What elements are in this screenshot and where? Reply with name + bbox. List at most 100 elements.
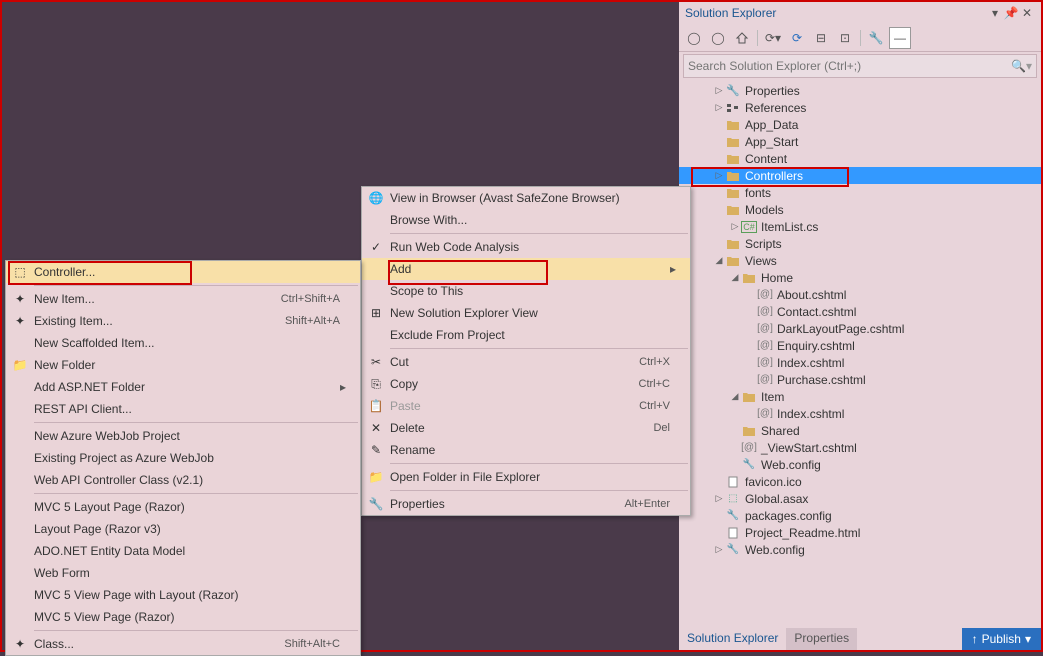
submenu-item-existing-project-as-azure-webjob[interactable]: Existing Project as Azure WebJob [6,447,360,469]
expand-arrow-icon[interactable]: ▷ [729,221,741,232]
submenu-item-ado-net-entity-data-model[interactable]: ADO.NET Entity Data Model [6,540,360,562]
config-icon: 🔧 [741,458,757,472]
tree-node-label: Properties [745,84,800,98]
tree-node-packages-config[interactable]: 🔧packages.config [679,507,1041,524]
tree-node-app-data[interactable]: App_Data [679,116,1041,133]
expand-arrow-icon[interactable]: ▷ [713,544,725,555]
submenu-item-new-item[interactable]: ✦New Item...Ctrl+Shift+A [6,288,360,310]
properties-icon[interactable]: — [889,27,911,49]
tab-properties[interactable]: Properties [786,628,857,650]
refresh-icon[interactable]: ⟳ [786,27,808,49]
expand-arrow-icon[interactable]: ◢ [713,255,725,266]
menu-item-open-folder-in-file-explorer[interactable]: 📁Open Folder in File Explorer [362,466,690,488]
menu-item-cut[interactable]: ✂CutCtrl+X [362,351,690,373]
menu-item-label: Layout Page (Razor v3) [34,522,340,536]
submenu-item-new-scaffolded-item[interactable]: New Scaffolded Item... [6,332,360,354]
tree-node-favicon-ico[interactable]: favicon.ico [679,473,1041,490]
forward-icon[interactable]: ◯ [707,27,729,49]
expand-arrow-icon[interactable]: ▷ [713,493,725,504]
menu-item-exclude-from-project[interactable]: Exclude From Project [362,324,690,346]
tree-node-about-cshtml[interactable]: [@]About.cshtml [679,286,1041,303]
menu-item-add[interactable]: Add▸ [362,258,690,280]
tree-node-references[interactable]: ▷References [679,99,1041,116]
back-icon[interactable]: ◯ [683,27,705,49]
menu-item-properties[interactable]: 🔧PropertiesAlt+Enter [362,493,690,515]
expand-arrow-icon[interactable]: ▷ [713,85,725,96]
menu-item-view-in-browser-avast-safezone-browser[interactable]: 🌐View in Browser (Avast SafeZone Browser… [362,187,690,209]
close-icon[interactable]: ✕ [1019,5,1035,21]
tab-solution-explorer[interactable]: Solution Explorer [679,628,786,650]
shortcut-label: Del [653,422,670,434]
submenu-item-mvc-5-layout-page-razor[interactable]: MVC 5 Layout Page (Razor) [6,496,360,518]
submenu-item-existing-item[interactable]: ✦Existing Item...Shift+Alt+A [6,310,360,332]
dropdown-icon[interactable]: ▾ [987,5,1003,21]
tree-node-contact-cshtml[interactable]: [@]Contact.cshtml [679,303,1041,320]
tree-node-home[interactable]: ◢Home [679,269,1041,286]
tree-node-label: Index.cshtml [777,407,844,421]
tree-node-darklayoutpage-cshtml[interactable]: [@]DarkLayoutPage.cshtml [679,320,1041,337]
menu-item-delete[interactable]: ✕DeleteDel [362,417,690,439]
tree-node-properties[interactable]: ▷🔧Properties [679,82,1041,99]
expand-arrow-icon[interactable]: ▷ [713,102,725,113]
cshtml-icon: [@] [757,407,773,421]
submenu-item-web-api-controller-class-v2-1[interactable]: Web API Controller Class (v2.1) [6,469,360,491]
menu-item-copy[interactable]: ⎘CopyCtrl+C [362,373,690,395]
browser-icon: 🌐 [362,191,390,205]
folder-icon [741,390,757,404]
expand-arrow-icon[interactable]: ◢ [729,391,741,402]
menu-item-label: Paste [390,399,639,413]
sync-icon[interactable]: ⟳▾ [762,27,784,49]
show-all-icon[interactable]: ⊡ [834,27,856,49]
tree-node-itemlist-cs[interactable]: ▷C#ItemList.cs [679,218,1041,235]
collapse-icon[interactable]: ⊟ [810,27,832,49]
submenu-item-mvc-5-view-page-razor[interactable]: MVC 5 View Page (Razor) [6,606,360,628]
submenu-item-new-folder[interactable]: 📁New Folder [6,354,360,376]
tree-node-purchase-cshtml[interactable]: [@]Purchase.cshtml [679,371,1041,388]
menu-item-run-web-code-analysis[interactable]: ✓Run Web Code Analysis [362,236,690,258]
menu-item-label: Delete [390,421,653,435]
tree-node-web-config[interactable]: ▷🔧Web.config [679,541,1041,558]
tree-node-scripts[interactable]: Scripts [679,235,1041,252]
add-submenu[interactable]: ⬚Controller... ✦New Item...Ctrl+Shift+A✦E… [5,260,361,656]
expand-arrow-icon[interactable]: ▷ [713,170,725,181]
tree-node-index-cshtml[interactable]: [@] Index.cshtml [679,405,1041,422]
menu-item-new-solution-explorer-view[interactable]: ⊞New Solution Explorer View [362,302,690,324]
expand-arrow-icon[interactable]: ◢ [729,272,741,283]
submenu-item-web-form[interactable]: Web Form [6,562,360,584]
tree-node-shared[interactable]: Shared [679,422,1041,439]
search-input[interactable] [688,59,1011,73]
tree-node-views[interactable]: ◢ Views [679,252,1041,269]
tree-node-item[interactable]: ◢Item [679,388,1041,405]
tree-node-enquiry-cshtml[interactable]: [@]Enquiry.cshtml [679,337,1041,354]
tree-node-project-readme-html[interactable]: Project_Readme.html [679,524,1041,541]
submenu-item-new-azure-webjob-project[interactable]: New Azure WebJob Project [6,425,360,447]
menu-item-browse-with[interactable]: Browse With... [362,209,690,231]
wrench-icon[interactable]: 🔧 [865,27,887,49]
tree-node-label: Views [745,254,777,268]
submenu-item-rest-api-client[interactable]: REST API Client... [6,398,360,420]
submenu-item-mvc-5-view-page-with-layout-razor[interactable]: MVC 5 View Page with Layout (Razor) [6,584,360,606]
tree-node-app-start[interactable]: App_Start [679,133,1041,150]
tree-node-fonts[interactable]: fonts [679,184,1041,201]
submenu-item-add-asp-net-folder[interactable]: Add ASP.NET Folder▸ [6,376,360,398]
pin-icon[interactable]: 📌 [1003,5,1019,21]
tree-node-controllers[interactable]: ▷Controllers [679,167,1041,184]
home-icon[interactable] [731,27,753,49]
tree-node-web-config[interactable]: 🔧Web.config [679,456,1041,473]
menu-item-scope-to-this[interactable]: Scope to This [362,280,690,302]
tree-node-models[interactable]: Models [679,201,1041,218]
file-icon [725,475,741,489]
solution-explorer-search[interactable]: 🔍▾ [683,54,1037,78]
context-menu[interactable]: 🌐View in Browser (Avast SafeZone Browser… [361,186,691,516]
tree-node-global-asax[interactable]: ▷⬚Global.asax [679,490,1041,507]
solution-explorer-tree[interactable]: ▷🔧Properties▷ReferencesApp_DataApp_Start… [679,80,1041,628]
submenu-item-layout-page-razor-v3[interactable]: Layout Page (Razor v3) [6,518,360,540]
folder-icon [741,271,757,285]
submenu-item-controller[interactable]: ⬚Controller... [6,261,360,283]
tree-node--viewstart-cshtml[interactable]: [@]_ViewStart.cshtml [679,439,1041,456]
folder-icon [725,118,741,132]
tree-node-content[interactable]: Content [679,150,1041,167]
publish-bar[interactable]: ↑ Publish ▾ [962,628,1041,650]
menu-item-rename[interactable]: ✎Rename [362,439,690,461]
tree-node-index-cshtml[interactable]: [@]Index.cshtml [679,354,1041,371]
